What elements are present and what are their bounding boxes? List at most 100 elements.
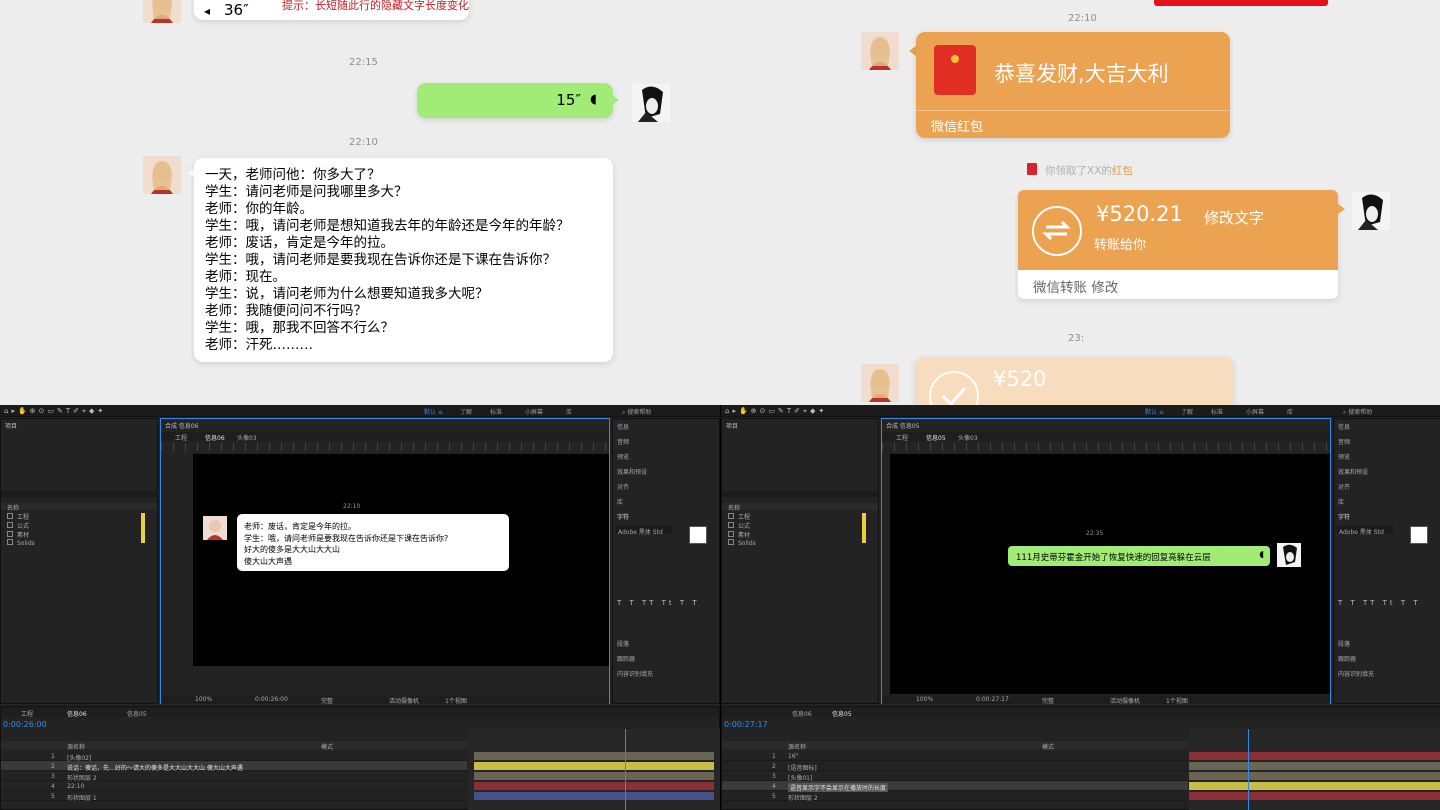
workspace-learn[interactable]: 了解 (460, 407, 472, 416)
project-item[interactable]: 素材 (7, 530, 29, 539)
workspace-default[interactable]: 默认 ≡ (1145, 407, 1164, 416)
panel-paragraph[interactable]: 段落 (1338, 639, 1350, 648)
font-select[interactable]: Adobe 黑体 Std (1339, 527, 1384, 536)
transfer-card[interactable]: ¥520.21 修改文字 转账给你 微信转账 修改 (1018, 190, 1338, 299)
workspace-default[interactable]: 默认 ≡ (424, 407, 443, 416)
panel-library[interactable]: 库 (1338, 497, 1344, 506)
playhead[interactable] (625, 729, 626, 810)
timeline-tab-active[interactable]: 信息05 (832, 709, 852, 718)
project-item[interactable]: 公式 (7, 521, 29, 530)
panel-character[interactable]: 字符 (617, 512, 629, 521)
layer-row[interactable]: 3 [头像01] (722, 771, 1188, 782)
red-packet-card[interactable]: 恭喜发财,大吉大利 微信红包 (916, 32, 1230, 138)
project-item[interactable]: Solids (728, 539, 756, 547)
red-button-partial[interactable] (1154, 0, 1328, 6)
comp-canvas[interactable]: 22:10 老师：废话，肯定是今年的拉。 学生：哦，请问老师是要我现在告诉你还是… (193, 454, 609, 666)
panel-effects[interactable]: 效果和预设 (1338, 467, 1368, 476)
playhead[interactable] (1248, 729, 1249, 810)
canvas-bubble[interactable]: 111月史蒂芬霍金开始了恢复快速的回复亮躲在云层 ◖ (1008, 546, 1270, 566)
layer-row[interactable]: 2 [语音图标] (722, 761, 1188, 772)
viewer-timecode[interactable]: 0:00:27:17 (976, 696, 1009, 703)
panel-library[interactable]: 库 (617, 497, 623, 506)
zoom-select[interactable]: 100% (916, 696, 933, 703)
views-select[interactable]: 1个视图 (445, 696, 467, 705)
project-search[interactable] (722, 491, 878, 497)
viewer-tab[interactable]: 工程 (175, 433, 187, 442)
project-item[interactable]: 工程 (7, 512, 29, 521)
timeline-tracks[interactable] (468, 729, 720, 810)
camera-select[interactable]: 活动摄像机 (1110, 696, 1140, 705)
camera-select[interactable]: 活动摄像机 (389, 696, 419, 705)
layer-row[interactable]: 5 形状图层 1 (1, 791, 467, 802)
font-select[interactable]: Adobe 黑体 Std (618, 527, 663, 536)
panel-content-fill[interactable]: 内容识别填充 (1338, 669, 1374, 678)
fill-color[interactable] (689, 526, 707, 544)
panel-preview[interactable]: 预览 (617, 452, 629, 461)
panel-audio[interactable]: 音频 (1338, 437, 1350, 446)
panel-character[interactable]: 字符 (1338, 512, 1350, 521)
layer-row-selected[interactable]: 4 语音显示字不会显示在播放时的长度 (722, 781, 1188, 792)
project-item[interactable]: 公式 (728, 521, 750, 530)
fill-color[interactable] (1410, 526, 1428, 544)
toolbar-icons[interactable]: ⌂▸✋⊕⊙▭✎T✐⌖◆✦ (4, 407, 106, 416)
timeline-tab[interactable]: 工程 (21, 709, 33, 718)
workspace-standard[interactable]: 标准 (490, 407, 502, 416)
timeline-tab[interactable]: 信息05 (127, 709, 147, 718)
viewer-tab[interactable]: 工程 (896, 433, 908, 442)
panel-tracker[interactable]: 跟踪器 (1338, 654, 1356, 663)
viewer-tab[interactable]: 头像03 (237, 433, 257, 442)
workspace-small[interactable]: 小屏幕 (1246, 407, 1264, 416)
project-item[interactable]: 素材 (728, 530, 750, 539)
search-help[interactable]: ⌕ 搜索帮助 (622, 407, 651, 417)
views-select[interactable]: 1个视图 (1166, 696, 1188, 705)
viewer-timecode[interactable]: 0:00:26:00 (255, 696, 288, 703)
layer-row[interactable]: 5 形状图层 2 (722, 791, 1188, 802)
bubble-line: 学生：哦，请问老师是要我现在告诉你还是下课在告诉你? (244, 533, 449, 543)
transfer-received-card[interactable]: ¥520 (915, 357, 1234, 405)
timecode[interactable]: 0:00:26:00 (3, 720, 47, 729)
panel-paragraph[interactable]: 段落 (617, 639, 629, 648)
text-style-buttons[interactable]: T T TT Tt T T (617, 599, 700, 607)
panel-align[interactable]: 对齐 (1338, 482, 1350, 491)
project-search[interactable] (1, 491, 157, 497)
viewer-tab-active[interactable]: 信息06 (205, 433, 225, 442)
voice-bubble-outgoing[interactable]: 15″ ◖ (417, 83, 613, 118)
panel-effects[interactable]: 效果和预设 (617, 467, 647, 476)
layer-row[interactable]: 4 22:10 (1, 781, 467, 791)
text-bubble-joke[interactable]: 一天，老师问他：你多大了？ 学生：请问老师是问我哪里多大？ 老师：你的年龄。 学… (194, 158, 613, 362)
timeline-tab[interactable]: 信息06 (792, 709, 812, 718)
toolbar-icons[interactable]: ⌂▸✋⊕⊙▭✎T✐⌖◆✦ (725, 407, 827, 416)
viewer-tab[interactable]: 头像03 (958, 433, 978, 442)
panel-content-fill[interactable]: 内容识别填充 (617, 669, 653, 678)
text-style-buttons[interactable]: T T TT Tt T T (1338, 599, 1421, 607)
layer-row[interactable]: 3 形状图层 2 (1, 771, 467, 782)
quality-select[interactable]: 完整 (1042, 696, 1054, 705)
project-item[interactable]: 工程 (728, 512, 750, 521)
workspace-small[interactable]: 小屏幕 (525, 407, 543, 416)
panel-info[interactable]: 信息 (617, 422, 629, 431)
comp-canvas[interactable]: 22:35 111月史蒂芬霍金开始了恢复快速的回复亮躲在云层 ◖ (890, 454, 1330, 694)
workspace-lib[interactable]: 库 (1287, 407, 1293, 416)
layer-row-selected[interactable]: 2 说话：傻话，先…好的～请大的傻多是大大山大大山 傻大山大声遇 (1, 761, 467, 772)
layer-row[interactable]: 1 16" (722, 751, 1188, 761)
timecode[interactable]: 0:00:27:17 (724, 720, 768, 729)
ruler (882, 443, 1330, 451)
viewer-tab-active[interactable]: 信息05 (926, 433, 946, 442)
timeline-tracks[interactable] (1189, 729, 1440, 810)
panel-align[interactable]: 对齐 (617, 482, 629, 491)
quality-select[interactable]: 完整 (321, 696, 333, 705)
panel-info[interactable]: 信息 (1338, 422, 1350, 431)
layer-row[interactable]: 1 [头像02] (1, 751, 467, 762)
search-help[interactable]: ⌕ 搜索帮助 (1343, 407, 1372, 417)
project-item[interactable]: Solids (7, 539, 35, 547)
workspace-learn[interactable]: 了解 (1181, 407, 1193, 416)
workspace-standard[interactable]: 标准 (1211, 407, 1223, 416)
timeline-tab-active[interactable]: 信息06 (67, 709, 87, 718)
panel-tracker[interactable]: 跟踪器 (617, 654, 635, 663)
workspace-lib[interactable]: 库 (566, 407, 572, 416)
panel-preview[interactable]: 预览 (1338, 452, 1350, 461)
canvas-bubble[interactable]: 老师：废话，肯定是今年的拉。 学生：哦，请问老师是要我现在告诉你还是下课在告诉你… (237, 514, 509, 571)
zoom-select[interactable]: 100% (195, 696, 212, 703)
panel-audio[interactable]: 音频 (617, 437, 629, 446)
red-packet-link[interactable]: 红包 (1112, 165, 1133, 177)
